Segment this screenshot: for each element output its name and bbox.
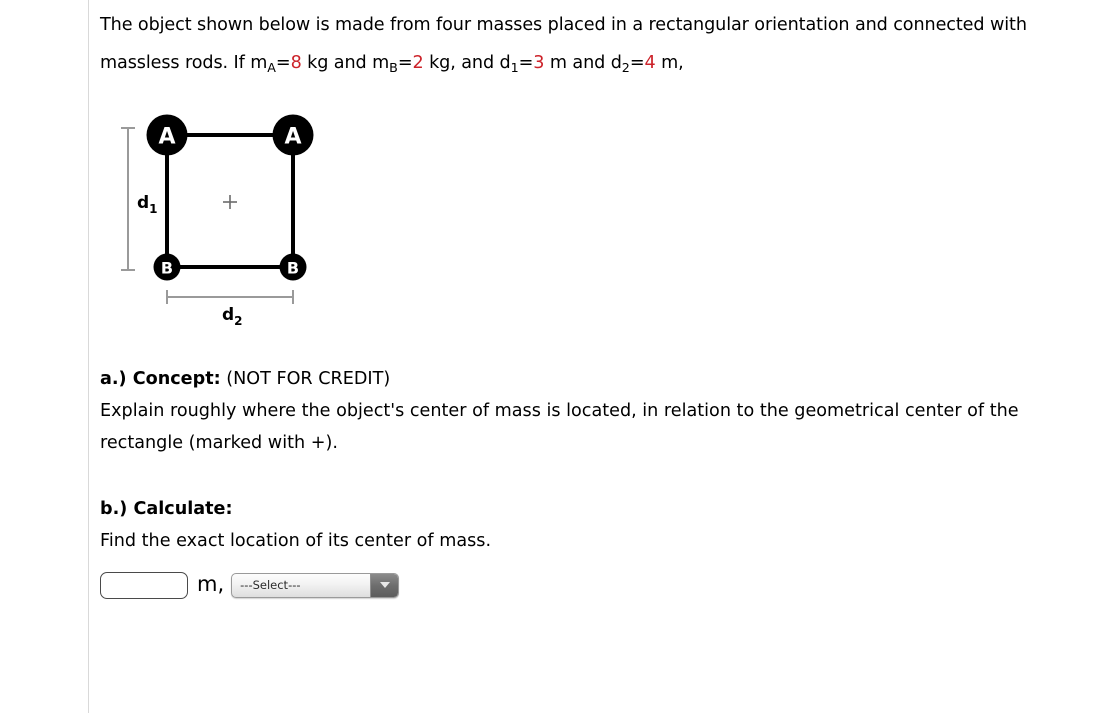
mass-node-b-bottom-right: B (279, 253, 307, 281)
part-b-heading: b.) Calculate: (100, 499, 233, 520)
problem-statement: The object shown below is made from four… (100, 0, 1060, 87)
dimension-label-d2: d2 (222, 305, 243, 328)
mass-label-b-bottom-left: B (161, 259, 173, 278)
equals-1: = (275, 53, 291, 73)
d1-subscript: 1 (510, 60, 519, 76)
mass-a-subscript: A (267, 60, 276, 76)
equals-2: = (397, 53, 413, 73)
mass-b-value: 2 (412, 53, 424, 73)
answer-value-input[interactable] (100, 571, 188, 599)
d1-value: 3 (533, 53, 545, 73)
mass-label-b-bottom-right: B (287, 259, 299, 278)
mass-node-a-top-right: A (272, 114, 314, 156)
d2-subscript: 2 (621, 60, 630, 76)
dimension-d1 (121, 127, 135, 272)
mass-node-b-bottom-left: B (153, 253, 181, 281)
equals-3: = (518, 53, 534, 73)
mass-node-a-top-left: A (146, 114, 188, 156)
dimension-d2 (166, 290, 294, 305)
unit-kg-2: kg, and d (423, 53, 511, 73)
left-gutter-divider (88, 0, 89, 713)
answer-select-value: ---Select--- (240, 577, 301, 592)
part-a-section: a.) Concept: (NOT FOR CREDIT) Explain ro… (100, 363, 1060, 459)
part-b-body: Find the exact location of its center of… (100, 531, 492, 552)
geometric-center-plus-marker (223, 195, 237, 210)
part-a-heading: a.) Concept: (100, 369, 221, 390)
mass-a-value: 8 (290, 53, 302, 73)
answer-row: m, ---Select--- (100, 569, 1060, 601)
dimension-label-d1: d1 (137, 193, 158, 216)
answer-select-dropdown-button[interactable] (370, 573, 399, 597)
mass-b-subscript: B (389, 60, 398, 76)
mass-label-a-top-left: A (158, 125, 175, 150)
chevron-down-icon (379, 582, 390, 589)
mass-label-a-top-right: A (284, 125, 301, 150)
equals-4: = (629, 53, 645, 73)
answer-direction-select[interactable]: ---Select--- (231, 572, 400, 598)
unit-m-1: m and d (544, 53, 622, 73)
answer-unit-label: m, (197, 571, 225, 596)
part-b-section: b.) Calculate: Find the exact location o… (100, 493, 1060, 601)
part-a-heading-note: (NOT FOR CREDIT) (226, 369, 391, 390)
part-a-body: Explain roughly where the object's cente… (100, 401, 1019, 454)
unit-kg-1: kg and m (301, 53, 390, 73)
content-column: The object shown below is made from four… (100, 0, 1060, 601)
d2-value: 4 (644, 53, 656, 73)
mass-rectangle-figure: A A B B d1 d2 (110, 105, 450, 335)
part-a-heading-row: a.) Concept: (NOT FOR CREDIT) (100, 363, 1060, 395)
unit-m-2: m, (655, 53, 684, 73)
